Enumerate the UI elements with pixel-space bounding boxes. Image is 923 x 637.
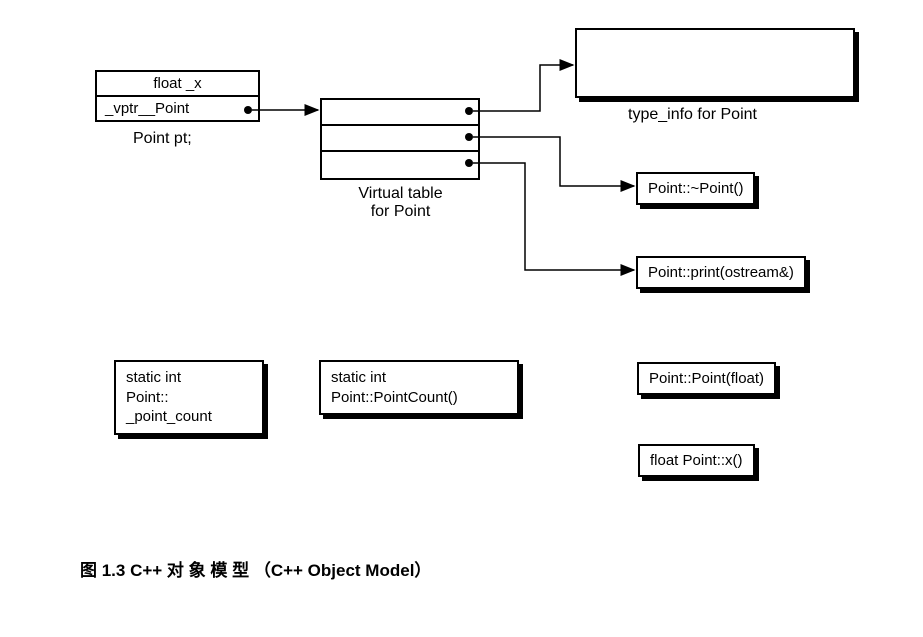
point-field-x: float _x — [97, 72, 258, 97]
dtor-box: Point::~Point() — [636, 172, 755, 205]
print-box: Point::print(ostream&) — [636, 256, 806, 289]
arrow-slot2-print — [473, 163, 634, 270]
vtable-dot-0 — [465, 107, 473, 115]
figure-caption: 图 1.3 C++ 对 象 模 型 （C++ Object Model） — [80, 556, 431, 581]
arrow-slot0-typeinfo — [473, 65, 573, 111]
typeinfo-box — [575, 28, 855, 98]
typeinfo-label: type_info for Point — [628, 106, 757, 124]
vtable-box — [320, 98, 480, 180]
vtable-label-line2: for Point — [371, 203, 431, 220]
pointcount-line2: Point::PointCount() — [331, 389, 458, 406]
point-field-vptr: _vptr__Point — [97, 97, 258, 120]
count-line1: static int — [126, 369, 181, 386]
count-line3: _point_count — [126, 408, 212, 425]
ctor-box: Point::Point(float) — [637, 362, 776, 395]
vtable-label-line1: Virtual table — [358, 185, 442, 202]
static-count-box: static int Point:: _point_count — [114, 360, 264, 435]
count-line2: Point:: — [126, 389, 169, 406]
point-object-label: Point pt; — [133, 130, 192, 148]
vtable-label: Virtual table for Point — [348, 185, 453, 221]
vtable-slot-1 — [322, 126, 478, 152]
vptr-dot — [244, 106, 252, 114]
vptr-label: _vptr__Point — [105, 100, 189, 117]
vtable-slot-0 — [322, 100, 478, 126]
pointcount-line1: static int — [331, 369, 386, 386]
arrow-slot1-dtor — [473, 137, 634, 186]
point-object-box: float _x _vptr__Point — [95, 70, 260, 122]
x-box: float Point::x() — [638, 444, 755, 477]
static-pointcount-box: static int Point::PointCount() — [319, 360, 519, 415]
vtable-dot-1 — [465, 133, 473, 141]
vtable-slot-2 — [322, 152, 478, 178]
vtable-dot-2 — [465, 159, 473, 167]
